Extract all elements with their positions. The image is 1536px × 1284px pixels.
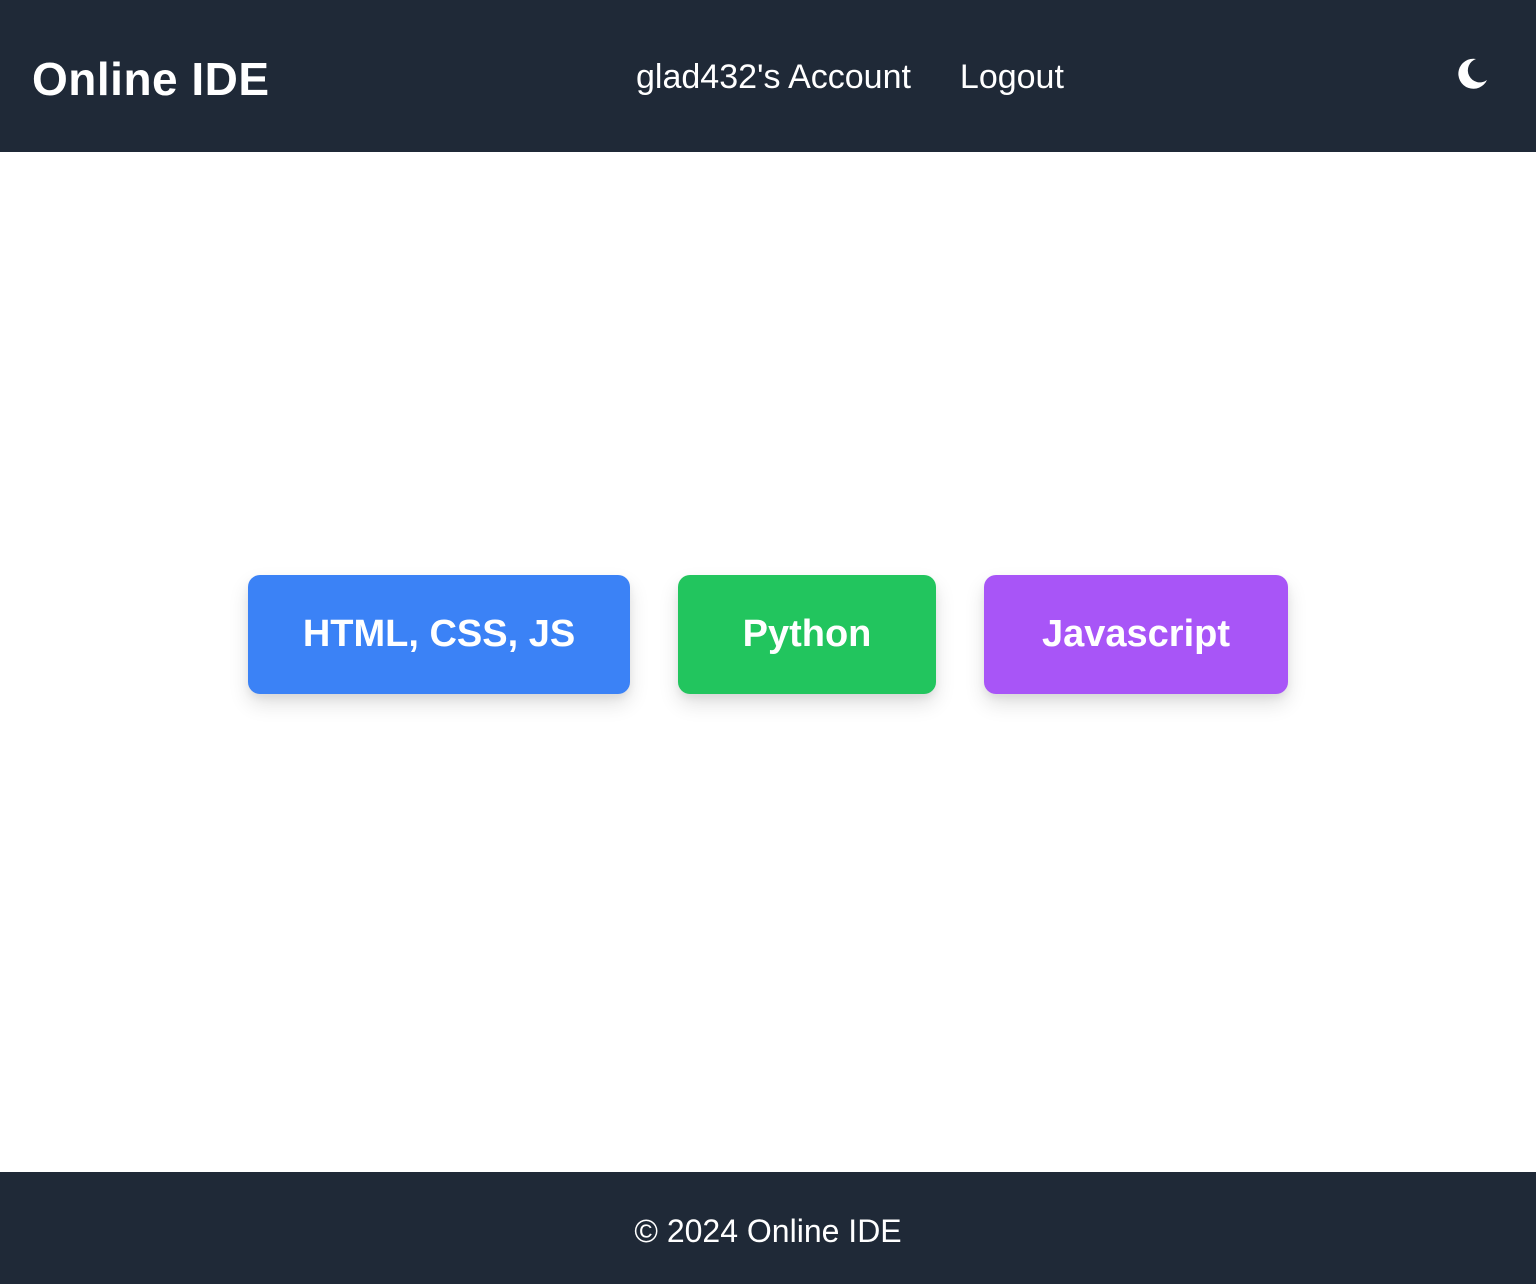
- python-button[interactable]: Python: [678, 575, 936, 694]
- footer-copyright: © 2024 Online IDE: [634, 1212, 902, 1249]
- theme-toggle-button[interactable]: [1452, 56, 1492, 96]
- account-link[interactable]: glad432's Account: [636, 52, 911, 102]
- brand-title: Online IDE: [32, 53, 270, 105]
- moon-icon: [1454, 56, 1490, 97]
- logout-link[interactable]: Logout: [960, 52, 1064, 102]
- html-css-js-button[interactable]: HTML, CSS, JS: [248, 575, 630, 694]
- footer: © 2024 Online IDE: [0, 1172, 1536, 1284]
- page: Online IDE glad432's Account Logout HTML…: [0, 0, 1536, 1284]
- javascript-button[interactable]: Javascript: [984, 575, 1288, 694]
- nav-links: glad432's Account Logout: [636, 52, 1064, 102]
- top-navbar: Online IDE glad432's Account Logout: [0, 0, 1536, 152]
- language-button-row: HTML, CSS, JS Python Javascript: [248, 575, 1288, 694]
- main-content: HTML, CSS, JS Python Javascript: [0, 152, 1536, 1172]
